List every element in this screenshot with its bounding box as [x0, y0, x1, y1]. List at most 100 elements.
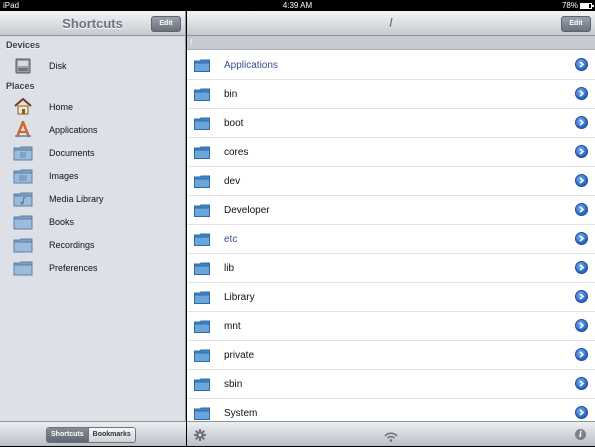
shortcuts-sidebar: Shortcuts Edit Devices Disk Places Home A…	[0, 11, 186, 446]
file-row[interactable]: System	[187, 399, 595, 421]
sidebar-item-applications[interactable]: Applications	[0, 118, 185, 141]
folder-icon	[194, 262, 210, 275]
folder-icon	[13, 213, 33, 230]
section-header: Places	[6, 81, 35, 91]
file-row[interactable]: boot	[187, 109, 595, 138]
battery-indicator: 78%	[561, 0, 594, 11]
file-row[interactable]: Applications	[187, 51, 595, 80]
main-navbar: / Edit	[187, 11, 595, 36]
detail-disclosure-icon[interactable]	[575, 319, 588, 332]
wifi-icon	[384, 429, 398, 447]
detail-disclosure-icon[interactable]	[575, 174, 588, 187]
file-row[interactable]: Developer	[187, 196, 595, 225]
sidebar-item-books[interactable]: Books	[0, 210, 185, 233]
file-name: System	[224, 407, 258, 419]
file-row[interactable]: etc	[187, 225, 595, 254]
sidebar-item-images[interactable]: Images	[0, 164, 185, 187]
file-row[interactable]: dev	[187, 167, 595, 196]
sidebar-item-documents[interactable]: Documents	[0, 141, 185, 164]
sidebar-item-label: Home	[49, 101, 74, 112]
folder-icon	[13, 259, 33, 276]
file-name: etc	[224, 233, 238, 245]
sidebar-item-label: Media Library	[49, 193, 104, 204]
file-browser: / Edit / Applications bin boot cores dev…	[187, 11, 595, 446]
file-name: private	[224, 349, 255, 361]
file-row[interactable]: lib	[187, 254, 595, 283]
folder-icon	[194, 204, 210, 217]
file-name: Developer	[224, 204, 270, 216]
sidebar-item-label: Images	[49, 170, 79, 181]
folder-icon	[194, 378, 210, 391]
file-name: bin	[224, 88, 238, 100]
sidebar-edit-button[interactable]: Edit	[151, 16, 181, 32]
file-row[interactable]: Library	[187, 283, 595, 312]
sidebar-item-preferences[interactable]: Preferences	[0, 256, 185, 279]
sidebar-item-disk[interactable]: Disk	[0, 54, 185, 77]
images-folder-icon	[13, 167, 33, 184]
path-bar: /	[187, 36, 595, 50]
sidebar-item-recordings[interactable]: Recordings	[0, 233, 185, 256]
disk-icon	[13, 57, 33, 74]
detail-disclosure-icon[interactable]	[575, 406, 588, 419]
sidebar-item-label: Documents	[49, 147, 95, 158]
sidebar-segmented-control: Shortcuts Bookmarks	[46, 427, 136, 443]
sidebar-item-label: Disk	[49, 60, 67, 71]
folder-icon	[194, 291, 210, 304]
detail-disclosure-icon[interactable]	[575, 377, 588, 390]
folder-icon	[194, 146, 210, 159]
sidebar-item-label: Preferences	[49, 262, 98, 273]
folder-icon	[194, 349, 210, 362]
sidebar-item-label: Applications	[49, 124, 98, 135]
detail-disclosure-icon[interactable]	[575, 290, 588, 303]
detail-disclosure-icon[interactable]	[575, 116, 588, 129]
battery-percent: 78%	[561, 1, 578, 10]
sidebar-navbar: Shortcuts Edit	[0, 11, 185, 36]
gear-icon[interactable]	[194, 428, 206, 446]
detail-disclosure-icon[interactable]	[575, 232, 588, 245]
sidebar-toolbar: Shortcuts Bookmarks	[0, 421, 186, 446]
file-name: sbin	[224, 378, 243, 390]
file-name: lib	[224, 262, 235, 274]
detail-disclosure-icon[interactable]	[575, 348, 588, 361]
bookmarks-tab[interactable]: Bookmarks	[87, 428, 135, 442]
detail-disclosure-icon[interactable]	[575, 87, 588, 100]
applications-icon	[13, 121, 33, 138]
main-toolbar: i	[187, 421, 595, 446]
current-directory-title: /	[389, 16, 393, 30]
file-row[interactable]: private	[187, 341, 595, 370]
detail-disclosure-icon[interactable]	[575, 58, 588, 71]
file-name: cores	[224, 146, 249, 158]
sidebar-item-label: Books	[49, 216, 75, 227]
folder-icon	[194, 59, 210, 72]
folder-icon	[194, 175, 210, 188]
file-list[interactable]: Applications bin boot cores dev Develope…	[187, 51, 595, 421]
folder-icon	[194, 407, 210, 420]
folder-icon	[194, 117, 210, 130]
main-edit-button[interactable]: Edit	[561, 16, 591, 32]
detail-disclosure-icon[interactable]	[575, 261, 588, 274]
folder-icon	[194, 233, 210, 246]
folder-icon	[194, 88, 210, 101]
folder-icon	[194, 320, 210, 333]
file-name: dev	[224, 175, 241, 187]
battery-icon	[580, 2, 594, 9]
sidebar-item-media-library[interactable]: Media Library	[0, 187, 185, 210]
file-row[interactable]: cores	[187, 138, 595, 167]
home-icon	[13, 98, 33, 115]
info-icon[interactable]: i	[575, 429, 586, 440]
shortcuts-tab[interactable]: Shortcuts	[47, 428, 88, 442]
documents-folder-icon	[13, 144, 33, 161]
sidebar-item-home[interactable]: Home	[0, 95, 185, 118]
file-name: mnt	[224, 320, 241, 332]
status-bar: iPad 4:39 AM 78%	[0, 0, 595, 11]
file-row[interactable]: mnt	[187, 312, 595, 341]
detail-disclosure-icon[interactable]	[575, 145, 588, 158]
file-name: boot	[224, 117, 244, 129]
detail-disclosure-icon[interactable]	[575, 203, 588, 216]
section-header: Devices	[6, 40, 41, 50]
file-row[interactable]: bin	[187, 80, 595, 109]
clock: 4:39 AM	[282, 1, 313, 10]
folder-icon	[13, 236, 33, 253]
file-row[interactable]: sbin	[187, 370, 595, 399]
file-name: Library	[224, 291, 255, 303]
